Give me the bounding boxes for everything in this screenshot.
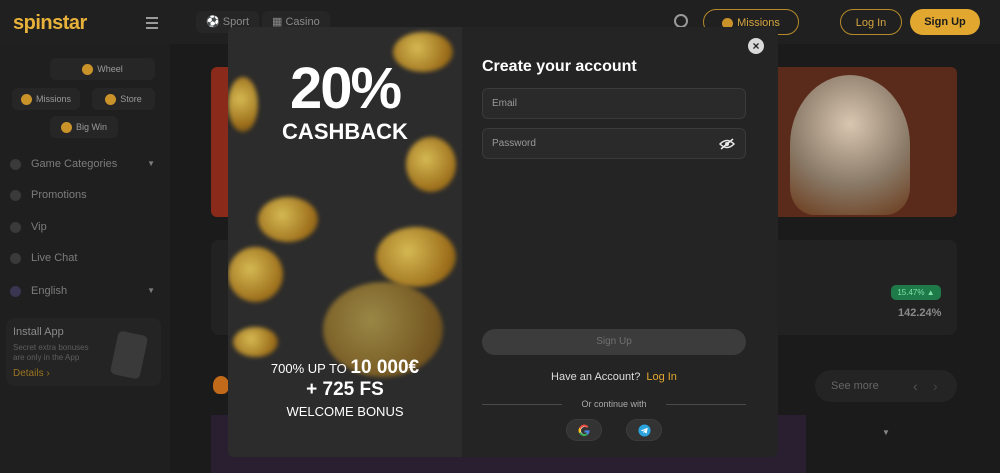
coin-image	[233, 327, 278, 357]
see-more-button[interactable]: See more	[831, 370, 879, 402]
categories-icon	[10, 158, 21, 170]
password-input[interactable]	[483, 129, 745, 158]
search-icon[interactable]	[674, 14, 688, 28]
chevron-right-icon[interactable]: ›	[933, 370, 938, 402]
store-button[interactable]: Store	[92, 88, 155, 110]
modal-title: Create your account	[482, 58, 637, 75]
wheel-icon	[82, 64, 94, 76]
signup-modal: 20% CASHBACK 700% UP TO 10 000€ + 725 FS…	[228, 27, 778, 457]
chat-icon	[10, 252, 21, 264]
login-button[interactable]: Log In	[840, 9, 902, 35]
percent-badge: 15.47% ▲	[891, 285, 941, 300]
close-button[interactable]: ×	[748, 38, 764, 54]
coin-image	[406, 137, 456, 192]
zeus-image	[790, 75, 910, 215]
google-icon	[578, 424, 590, 437]
sidebar-item-live-chat[interactable]: Live Chat	[10, 250, 77, 266]
sidebar-item-language[interactable]: English ▼	[10, 283, 155, 299]
eye-off-icon[interactable]	[719, 138, 735, 150]
email-field[interactable]	[482, 88, 746, 119]
have-account-text: Have an Account?	[551, 371, 641, 383]
promo-panel: 20% CASHBACK 700% UP TO 10 000€ + 725 FS…	[228, 27, 462, 457]
install-details-link[interactable]: Details ›	[13, 368, 50, 379]
signup-top-button[interactable]: Sign Up	[910, 9, 980, 35]
chevron-down-icon[interactable]: ▼	[882, 428, 890, 437]
telegram-icon	[638, 424, 651, 437]
chevron-left-icon[interactable]: ‹	[913, 370, 918, 402]
missions-side-button[interactable]: Missions	[12, 88, 80, 110]
password-field[interactable]	[482, 128, 746, 159]
google-login-button[interactable]	[566, 419, 602, 441]
flag-uk-icon	[10, 285, 21, 297]
promo-cashback: CASHBACK	[282, 119, 408, 144]
sidebar-item-game-categories[interactable]: Game Categories ▼	[10, 156, 155, 172]
bigwin-icon	[60, 122, 72, 134]
email-input[interactable]	[483, 89, 745, 118]
phone-icon	[109, 330, 149, 380]
sidebar-item-promotions[interactable]: Promotions	[10, 187, 87, 203]
coin-image	[258, 197, 318, 242]
coin-image	[228, 247, 283, 302]
promo-free-spins: + 725 FS	[306, 379, 384, 400]
login-link[interactable]: Log In	[646, 371, 677, 383]
hero-banner-right[interactable]	[760, 67, 957, 217]
promo-welcome: WELCOME BONUS	[286, 404, 404, 419]
bigwin-button[interactable]: Big Win	[50, 116, 118, 138]
telegram-login-button[interactable]	[626, 419, 662, 441]
have-account-row: Have an Account? Log In	[482, 371, 746, 383]
promo-bonus-amount: 700% UP TO 10 000€	[270, 357, 420, 378]
install-line1: Secret extra bonuses	[13, 343, 89, 352]
install-title: Install App	[13, 326, 64, 338]
promo-percent: 20%	[289, 56, 402, 121]
percent-value: 142.24%	[898, 307, 942, 319]
wheel-button[interactable]: Wheel	[50, 58, 155, 80]
install-line2: are only in the App	[13, 353, 80, 362]
signup-button[interactable]: Sign Up	[482, 329, 746, 355]
see-more-bar: See more ‹ ›	[815, 370, 957, 402]
sidebar-item-vip[interactable]: Vip	[10, 219, 47, 235]
missions-side-icon	[20, 94, 32, 106]
install-app-box[interactable]: Install App Secret extra bonuses are onl…	[6, 318, 161, 386]
menu-icon[interactable]	[146, 17, 158, 32]
logo[interactable]: spinstar	[13, 12, 87, 35]
coin-image	[376, 227, 456, 287]
or-divider: Or continue with	[482, 399, 746, 409]
fire-icon	[213, 376, 229, 394]
vip-icon	[10, 221, 21, 233]
store-icon	[105, 94, 117, 106]
promotions-icon	[10, 189, 21, 201]
